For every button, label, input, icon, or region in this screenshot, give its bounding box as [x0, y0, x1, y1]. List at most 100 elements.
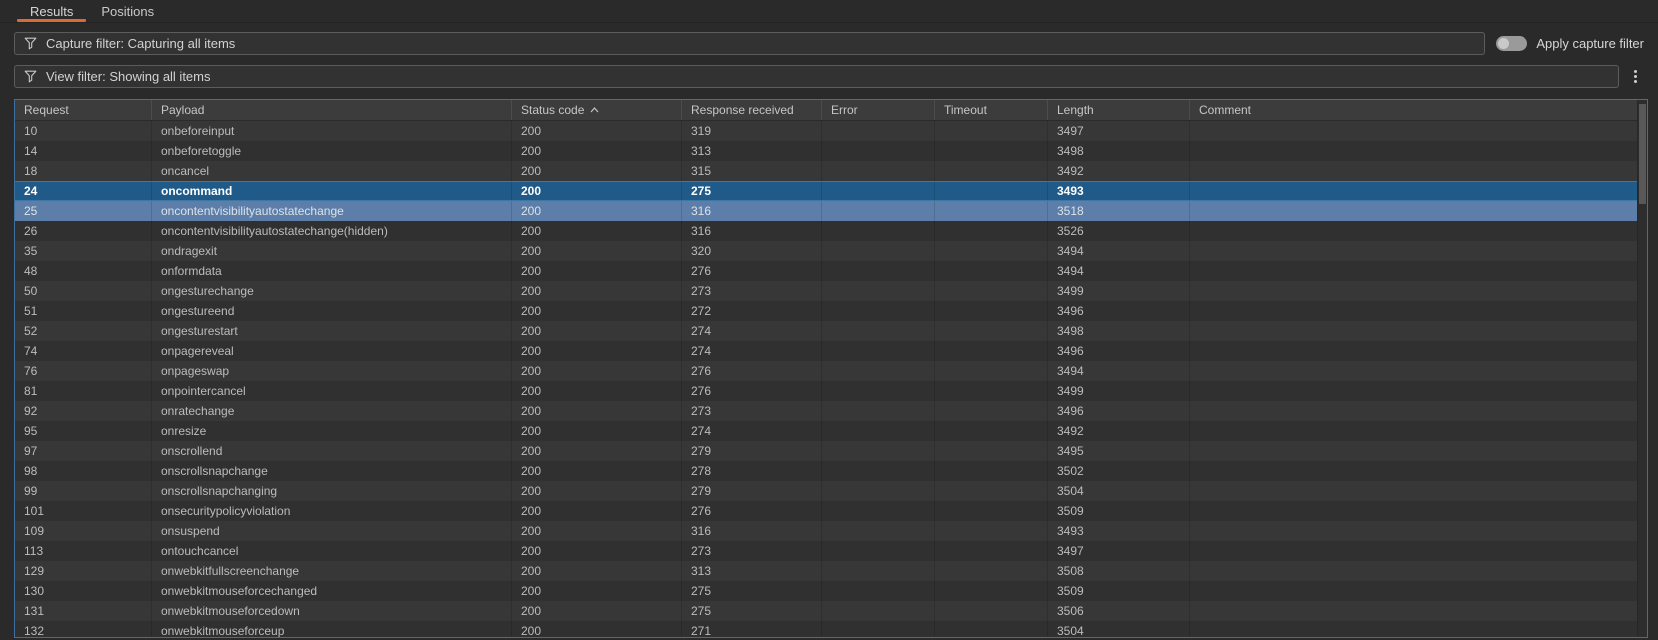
- cell-payload: ongesturestart: [152, 321, 512, 341]
- cell-length: 3518: [1048, 201, 1190, 221]
- column-header-error[interactable]: Error: [822, 100, 935, 120]
- cell-length: 3493: [1048, 182, 1190, 200]
- cell-request: 99: [15, 481, 152, 501]
- table-row[interactable]: 74onpagereveal2002743496: [15, 341, 1647, 361]
- cell-status-code: 200: [512, 401, 682, 421]
- cell-comment: [1190, 281, 1647, 301]
- column-header-length[interactable]: Length: [1048, 100, 1190, 120]
- view-filter-bar[interactable]: View filter: Showing all items: [14, 65, 1619, 88]
- cell-payload: onscrollsnapchanging: [152, 481, 512, 501]
- cell-length: 3496: [1048, 301, 1190, 321]
- cell-length: 3498: [1048, 321, 1190, 341]
- table-row[interactable]: 48onformdata2002763494: [15, 261, 1647, 281]
- table-row[interactable]: 130onwebkitmouseforcechanged2002753509: [15, 581, 1647, 601]
- cell-length: 3509: [1048, 501, 1190, 521]
- table-row[interactable]: 50ongesturechange2002733499: [15, 281, 1647, 301]
- cell-response-received: 279: [682, 441, 822, 461]
- cell-timeout: [935, 541, 1048, 561]
- capture-filter-bar[interactable]: Capture filter: Capturing all items: [14, 32, 1485, 55]
- cell-status-code: 200: [512, 201, 682, 221]
- cell-error: [822, 441, 935, 461]
- cell-comment: [1190, 321, 1647, 341]
- table-row[interactable]: 97onscrollend2002793495: [15, 441, 1647, 461]
- cell-status-code: 200: [512, 321, 682, 341]
- table-row[interactable]: 26oncontentvisibilityautostatechange(hid…: [15, 221, 1647, 241]
- apply-capture-filter-label: Apply capture filter: [1536, 36, 1644, 51]
- cell-payload: onscrollend: [152, 441, 512, 461]
- column-header-status-code[interactable]: Status code: [512, 100, 682, 120]
- column-header-payload[interactable]: Payload: [152, 100, 512, 120]
- cell-payload: onformdata: [152, 261, 512, 281]
- column-header-request[interactable]: Request: [15, 100, 152, 120]
- column-header-response-received[interactable]: Response received: [682, 100, 822, 120]
- cell-payload: ongesturechange: [152, 281, 512, 301]
- cell-error: [822, 601, 935, 621]
- cell-response-received: 271: [682, 621, 822, 637]
- table-row[interactable]: 14onbeforetoggle2003133498: [15, 141, 1647, 161]
- table-row[interactable]: 10onbeforeinput2003193497: [15, 121, 1647, 141]
- cell-error: [822, 481, 935, 501]
- column-header-comment[interactable]: Comment: [1190, 100, 1647, 120]
- cell-error: [822, 141, 935, 161]
- cell-length: 3504: [1048, 621, 1190, 637]
- cell-length: 3495: [1048, 441, 1190, 461]
- capture-filter-row: Capture filter: Capturing all items Appl…: [14, 32, 1644, 55]
- vertical-scrollbar[interactable]: [1637, 100, 1647, 637]
- cell-length: 3499: [1048, 381, 1190, 401]
- cell-error: [822, 221, 935, 241]
- cell-response-received: 279: [682, 481, 822, 501]
- cell-payload: onwebkitmouseforcedown: [152, 601, 512, 621]
- cell-payload: onsecuritypolicyviolation: [152, 501, 512, 521]
- cell-request: 10: [15, 121, 152, 141]
- table-row[interactable]: 129onwebkitfullscreenchange2003133508: [15, 561, 1647, 581]
- table-row[interactable]: 95onresize2002743492: [15, 421, 1647, 441]
- cell-request: 113: [15, 541, 152, 561]
- cell-timeout: [935, 521, 1048, 541]
- cell-error: [822, 121, 935, 141]
- table-row[interactable]: 51ongestureend2002723496: [15, 301, 1647, 321]
- table-row[interactable]: 76onpageswap2002763494: [15, 361, 1647, 381]
- cell-error: [822, 201, 935, 221]
- table-row[interactable]: 25oncontentvisibilityautostatechange2003…: [15, 201, 1647, 221]
- cell-response-received: 315: [682, 161, 822, 181]
- cell-request: 50: [15, 281, 152, 301]
- table-row[interactable]: 35ondragexit2003203494: [15, 241, 1647, 261]
- cell-response-received: 319: [682, 121, 822, 141]
- table-row[interactable]: 92onratechange2002733496: [15, 401, 1647, 421]
- cell-comment: [1190, 501, 1647, 521]
- tab-results[interactable]: Results: [16, 0, 87, 22]
- cell-request: 74: [15, 341, 152, 361]
- table-row[interactable]: 109onsuspend2003163493: [15, 521, 1647, 541]
- kebab-menu-icon[interactable]: [1626, 65, 1644, 88]
- tab-positions[interactable]: Positions: [87, 0, 168, 22]
- column-header-label: Request: [24, 103, 69, 117]
- cell-error: [822, 561, 935, 581]
- cell-comment: [1190, 341, 1647, 361]
- column-header-label: Comment: [1199, 103, 1251, 117]
- column-header-timeout[interactable]: Timeout: [935, 100, 1048, 120]
- table-row[interactable]: 52ongesturestart2002743498: [15, 321, 1647, 341]
- table-row[interactable]: 113ontouchcancel2002733497: [15, 541, 1647, 561]
- cell-payload: oncontentvisibilityautostatechange(hidde…: [152, 221, 512, 241]
- table-row[interactable]: 98onscrollsnapchange2002783502: [15, 461, 1647, 481]
- cell-error: [822, 281, 935, 301]
- cell-length: 3499: [1048, 281, 1190, 301]
- table-row[interactable]: 99onscrollsnapchanging2002793504: [15, 481, 1647, 501]
- cell-comment: [1190, 461, 1647, 481]
- cell-timeout: [935, 581, 1048, 601]
- table-row[interactable]: 81onpointercancel2002763499: [15, 381, 1647, 401]
- cell-response-received: 275: [682, 581, 822, 601]
- cell-status-code: 200: [512, 361, 682, 381]
- cell-length: 3506: [1048, 601, 1190, 621]
- cell-request: 101: [15, 501, 152, 521]
- table-row[interactable]: 101onsecuritypolicyviolation2002763509: [15, 501, 1647, 521]
- cell-request: 92: [15, 401, 152, 421]
- table-row[interactable]: 132onwebkitmouseforceup2002713504: [15, 621, 1647, 637]
- table-row[interactable]: 24oncommand2002753493: [15, 181, 1647, 201]
- table-row[interactable]: 131onwebkitmouseforcedown2002753506: [15, 601, 1647, 621]
- apply-capture-filter-toggle[interactable]: [1496, 36, 1527, 51]
- tab-bar: Results Positions: [0, 0, 1658, 23]
- scrollbar-thumb[interactable]: [1639, 104, 1646, 204]
- table-row[interactable]: 18oncancel2003153492: [15, 161, 1647, 181]
- cell-response-received: 313: [682, 561, 822, 581]
